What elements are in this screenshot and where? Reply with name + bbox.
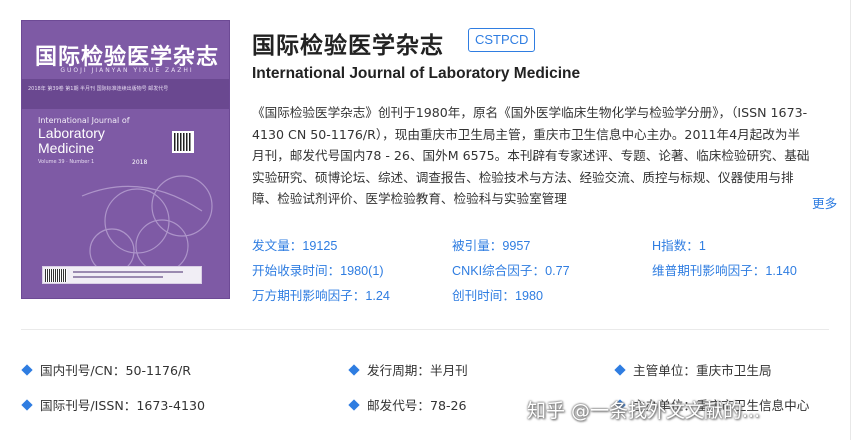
stat-article-count: 发文量：19125 (252, 239, 338, 253)
info-issn: 国际刊号/ISSN：1673-4130 (21, 395, 205, 414)
stat-wanfang-factor: 万方期刊影响因子：1.24 (252, 289, 390, 303)
journal-title-en: International Journal of Laboratory Medi… (252, 65, 581, 82)
cover-en-line3: Medicine (38, 140, 95, 156)
cover-pinyin: GUOJI JIANYAN YIXUE ZAZHI (60, 67, 194, 74)
diamond-bullet-icon (348, 364, 360, 376)
barcode-icon (45, 269, 67, 282)
info-cn-number: 国内刊号/CN：50-1176/R (21, 360, 191, 379)
info-frequency: 发行周期：半月刊 (348, 360, 468, 379)
cstpcd-badge: CSTPCD (468, 28, 536, 52)
stat-h-index: H指数：1 (652, 239, 706, 253)
more-link[interactable]: 更多 (812, 193, 837, 212)
journal-card: 国际检验医学杂志 GUOJI JIANYAN YIXUE ZAZHI 2018年… (0, 0, 851, 440)
journal-cover-image[interactable]: 国际检验医学杂志 GUOJI JIANYAN YIXUE ZAZHI 2018年… (21, 20, 230, 299)
info-supervisor: 主管单位：重庆市卫生局 (614, 360, 772, 379)
diamond-bullet-icon (21, 364, 33, 376)
cover-barcode-panel (42, 266, 202, 284)
cover-year: 2018 (132, 159, 148, 166)
cover-en-line2: Laboratory (38, 125, 105, 141)
journal-title-cn: 国际检验医学杂志 (252, 33, 444, 59)
stat-cnki-factor: CNKI综合因子：0.77 (452, 264, 570, 278)
cover-info-strip: 2018年 第39卷 第1期 半月刊 国际标准连续出版物号 邮发代号 (22, 79, 229, 109)
stat-vip-factor: 维普期刊影响因子：1.140 (652, 264, 797, 278)
cover-strip-text: 2018年 第39卷 第1期 半月刊 国际标准连续出版物号 邮发代号 (28, 86, 169, 92)
diamond-bullet-icon (21, 399, 33, 411)
section-divider (21, 329, 829, 330)
info-postal-code: 邮发代号：78-26 (348, 395, 467, 414)
diamond-bullet-icon (348, 399, 360, 411)
cover-en-line1: International Journal of (38, 116, 130, 125)
stat-indexed-since: 开始收录时间：1980(1) (252, 264, 384, 278)
stat-founded: 创刊时间：1980 (452, 289, 543, 303)
stat-citations: 被引量：9957 (452, 239, 531, 253)
qr-code-icon (172, 131, 194, 153)
diamond-bullet-icon (614, 364, 626, 376)
zhihu-watermark: 知乎 @一条找外文文献的... (527, 400, 761, 422)
journal-description: 《国际检验医学杂志》创刊于1980年，原名《国外医学临床生物化学与检验学分册》，… (252, 105, 810, 206)
cover-volume: Volume 39 · Number 1 (38, 159, 95, 165)
